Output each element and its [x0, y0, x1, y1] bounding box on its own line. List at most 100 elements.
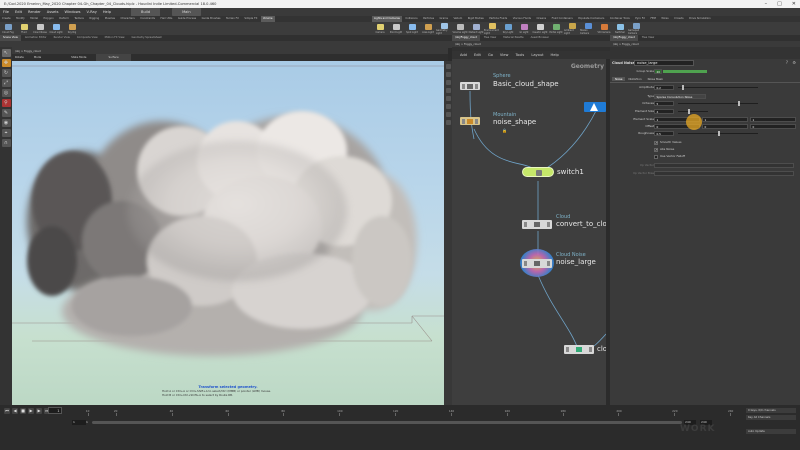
vector-falloff-checkbox[interactable] [654, 154, 658, 159]
node-cloud-noise-box[interactable] [522, 259, 552, 268]
handle-tool-icon[interactable]: ◎ [1, 89, 11, 97]
display-option-icon[interactable] [445, 96, 451, 101]
right-tool-15[interactable]: Switcher [612, 23, 628, 34]
display-option-icon[interactable] [445, 120, 451, 125]
start-frame-field[interactable]: 1 [72, 420, 86, 425]
menu-windows[interactable]: Windows [64, 8, 80, 16]
net-menu-edit[interactable]: Edit [474, 51, 481, 59]
subtab-noise[interactable]: Noise [612, 77, 626, 81]
right-tool-5[interactable]: Volume Light [452, 23, 468, 34]
play-icon[interactable]: ▶ [28, 408, 34, 414]
right-tool-6[interactable]: Distant Light [468, 23, 484, 34]
node-switch-box[interactable] [522, 167, 554, 177]
scene-viewport[interactable] [12, 61, 444, 405]
select-tool-icon[interactable]: ↖ [1, 49, 11, 57]
display-option-icon[interactable] [445, 80, 451, 85]
left-tool-2[interactable]: Cloud Noise [32, 23, 48, 34]
param-slider[interactable] [678, 101, 758, 106]
state-mode-label[interactable]: State Mode [71, 54, 86, 61]
step-forward-icon[interactable]: ▶ [36, 408, 42, 414]
step-back-icon[interactable]: ◀ [12, 408, 18, 414]
right-tool-9[interactable]: GI Light [516, 23, 532, 34]
right-tool-12[interactable]: Ambient Light [564, 22, 580, 35]
node-cloud-box[interactable] [522, 220, 552, 229]
abs-noise-checkbox[interactable]: ✔ [654, 147, 658, 152]
param-field[interactable]: 4 [654, 109, 674, 114]
node-name-field[interactable]: noise_large [634, 60, 694, 66]
right-tool-2[interactable]: Spot Light [404, 23, 420, 34]
key-all-channels-button[interactable]: Key All Channels [746, 415, 796, 420]
right-tool-10[interactable]: Caustic Light [532, 23, 548, 34]
display-option-icon[interactable] [445, 88, 451, 93]
param-field[interactable]: 5 [654, 101, 674, 106]
close-button[interactable]: ✕ [792, 0, 796, 8]
display-option-icon[interactable] [445, 72, 451, 77]
surface-dropdown[interactable]: Surface [96, 54, 131, 61]
mode-label[interactable]: Mode [34, 54, 41, 61]
scale-tool-icon[interactable]: ⤢ [1, 79, 11, 87]
menu-assets[interactable]: Assets [47, 8, 59, 16]
param-field[interactable]: 0.5 [654, 131, 674, 136]
subtab-noise-mask[interactable]: Noise Mask [645, 77, 666, 81]
jump-start-icon[interactable]: ⏮ [4, 408, 10, 414]
param-field-z[interactable]: 1 [750, 117, 796, 122]
node-offscreen[interactable] [584, 102, 606, 112]
net-menu-view[interactable]: View [500, 51, 509, 59]
net-menu-go[interactable]: Go [488, 51, 493, 59]
desktop-select[interactable]: Build [131, 8, 161, 16]
param-field-y[interactable]: 1 [702, 117, 748, 122]
net-menu-layout[interactable]: Layout [531, 51, 543, 59]
gear-icon[interactable]: ⚙ [792, 60, 796, 65]
right-tool-14[interactable]: VR Camera [596, 23, 612, 34]
right-tool-8[interactable]: Sky Light [500, 23, 516, 34]
right-tool-16[interactable]: Gamepad Camera [628, 22, 644, 35]
net-menu-add[interactable]: Add [460, 51, 467, 59]
param-field-y[interactable]: 0 [702, 124, 748, 129]
help-icon[interactable]: ? [786, 60, 788, 65]
right-tool-4[interactable]: Geometry Light [436, 22, 452, 35]
range-slider[interactable] [92, 421, 682, 424]
right-tool-7[interactable]: Environment Light [484, 22, 500, 35]
magnet-tool-icon[interactable]: ∩ [1, 139, 11, 147]
minimize-button[interactable]: – [765, 0, 768, 8]
display-option-icon[interactable] [445, 64, 451, 69]
right-tool-1[interactable]: Point Light [388, 23, 404, 34]
view-tool-icon[interactable]: ◉ [1, 119, 11, 127]
param-slider[interactable] [678, 131, 758, 136]
right-tool-11[interactable]: Portal Light [548, 23, 564, 34]
param-field[interactable]: 20 [654, 69, 662, 74]
display-option-icon[interactable] [445, 104, 451, 109]
mode-select[interactable]: Main [172, 8, 201, 16]
menu-help[interactable]: Help [103, 8, 111, 16]
transform-tool-icon[interactable]: ✥ [1, 59, 11, 67]
pose-tool-icon[interactable]: ⚲ [1, 99, 11, 107]
menu-vray[interactable]: V-Ray [87, 8, 97, 16]
timeline-ruler[interactable]: 10 20 40 60 80 100 120 140 160 180 200 220 240 [60, 406, 740, 416]
left-tool-3[interactable]: Cloud Light [48, 23, 64, 34]
right-tool-0[interactable]: Camera [372, 23, 388, 34]
maximize-button[interactable]: □ [777, 0, 782, 8]
left-tool-4[interactable]: Sky Rig [64, 23, 80, 34]
net-menu-help[interactable]: Help [551, 51, 559, 59]
network-editor[interactable]: Geometry Sphere Basic_cloud_shape Mounta… [452, 59, 606, 405]
param-dropdown[interactable]: Sparse Convolution Noise [654, 94, 706, 99]
node-output-box[interactable] [564, 345, 594, 354]
param-slider[interactable] [678, 85, 758, 90]
start-frame-field-2[interactable]: 1 [86, 420, 90, 425]
param-field[interactable]: 0.2 [654, 85, 674, 90]
param-field-z[interactable]: 0 [750, 124, 796, 129]
param-slider[interactable] [678, 109, 708, 114]
brush-tool-icon[interactable]: ✎ [1, 109, 11, 117]
right-tool-13[interactable]: Stereo Camera [580, 22, 596, 35]
rotate-label[interactable]: Rotate [15, 54, 24, 61]
menu-file[interactable]: File [3, 8, 9, 16]
display-option-icon[interactable] [445, 112, 451, 117]
left-tool-1[interactable]: Fluid [16, 23, 32, 34]
net-menu-tools[interactable]: Tools [515, 51, 524, 59]
rotate-tool-icon[interactable]: ↻ [1, 69, 11, 77]
right-tool-3[interactable]: Area Light [420, 23, 436, 34]
node-sphere-box[interactable] [460, 82, 480, 90]
subtab-distortion[interactable]: Distortion [625, 77, 644, 81]
menu-edit[interactable]: Edit [15, 8, 22, 16]
param-slider-fill[interactable] [663, 70, 707, 73]
